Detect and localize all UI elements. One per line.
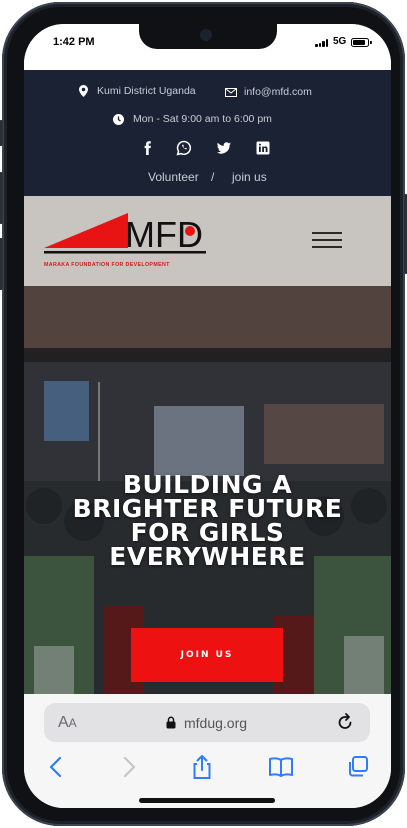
site-logo[interactable]: MFD MARAKA FOUNDATION FOR DEVELOPMENT (44, 208, 209, 272)
mute-switch (0, 120, 3, 146)
location-text: Kumi District Uganda (97, 85, 196, 97)
location-info: Kumi District Uganda (79, 85, 196, 97)
volume-up-button (0, 172, 3, 224)
volunteer-link[interactable]: Volunteer (148, 170, 199, 184)
hamburger-menu-icon[interactable] (312, 230, 342, 252)
logo-mark: MFD (44, 213, 206, 255)
hero-title-line-4: EVERYWHERE (109, 542, 306, 571)
facebook-icon[interactable] (140, 140, 156, 156)
info-bar: Kumi District Uganda info@mfd.com Mon - … (24, 70, 391, 196)
reload-icon[interactable] (335, 712, 355, 732)
linkedin-icon[interactable] (255, 140, 271, 156)
volume-down-button (0, 238, 3, 290)
email-info[interactable]: info@mfd.com (225, 86, 312, 98)
status-bar: 1:42 PM 5G (24, 24, 391, 70)
hero-section: BUILDING A BRIGHTER FUTURE FOR GIRLS EVE… (24, 286, 391, 694)
back-icon[interactable] (43, 754, 71, 780)
screen: 1:42 PM 5G Kumi District Uganda info@mfd… (24, 24, 391, 808)
hours-text: Mon - Sat 9:00 am to 6:00 pm (133, 113, 272, 125)
map-pin-icon (79, 85, 88, 97)
url-text[interactable]: mfdug.org (184, 715, 247, 731)
join-us-link[interactable]: join us (232, 170, 267, 184)
twitter-icon[interactable] (216, 140, 232, 156)
envelope-icon (225, 87, 237, 97)
tabs-icon[interactable] (344, 754, 372, 780)
hero-title: BUILDING A BRIGHTER FUTURE FOR GIRLS EVE… (24, 472, 391, 571)
bookmarks-icon[interactable] (267, 754, 295, 780)
lock-icon (166, 716, 176, 729)
address-bar[interactable]: AA mfdug.org (44, 703, 370, 742)
camera-icon (200, 29, 212, 41)
dynamic-notch (139, 24, 277, 49)
text-size-button[interactable]: AA (58, 714, 77, 732)
browser-toolbar: AA mfdug.org (24, 694, 391, 808)
forward-icon[interactable] (114, 754, 142, 780)
status-time: 1:42 PM (53, 36, 95, 48)
share-icon[interactable] (188, 754, 216, 780)
site-header: MFD MARAKA FOUNDATION FOR DEVELOPMENT (24, 196, 391, 286)
logo-tagline: MARAKA FOUNDATION FOR DEVELOPMENT (44, 262, 170, 268)
battery-icon (351, 38, 372, 47)
phone-frame: 1:42 PM 5G Kumi District Uganda info@mfd… (0, 2, 407, 826)
social-links (24, 140, 391, 156)
hours-info: Mon - Sat 9:00 am to 6:00 pm (113, 113, 272, 125)
link-separator: / (211, 170, 215, 184)
home-indicator[interactable] (139, 798, 275, 803)
whatsapp-icon[interactable] (176, 140, 192, 156)
signal-icon (315, 39, 330, 47)
network-type: 5G (333, 36, 347, 47)
clock-icon (113, 113, 124, 125)
join-us-button[interactable]: JOIN US (131, 628, 283, 682)
email-text[interactable]: info@mfd.com (244, 86, 312, 98)
